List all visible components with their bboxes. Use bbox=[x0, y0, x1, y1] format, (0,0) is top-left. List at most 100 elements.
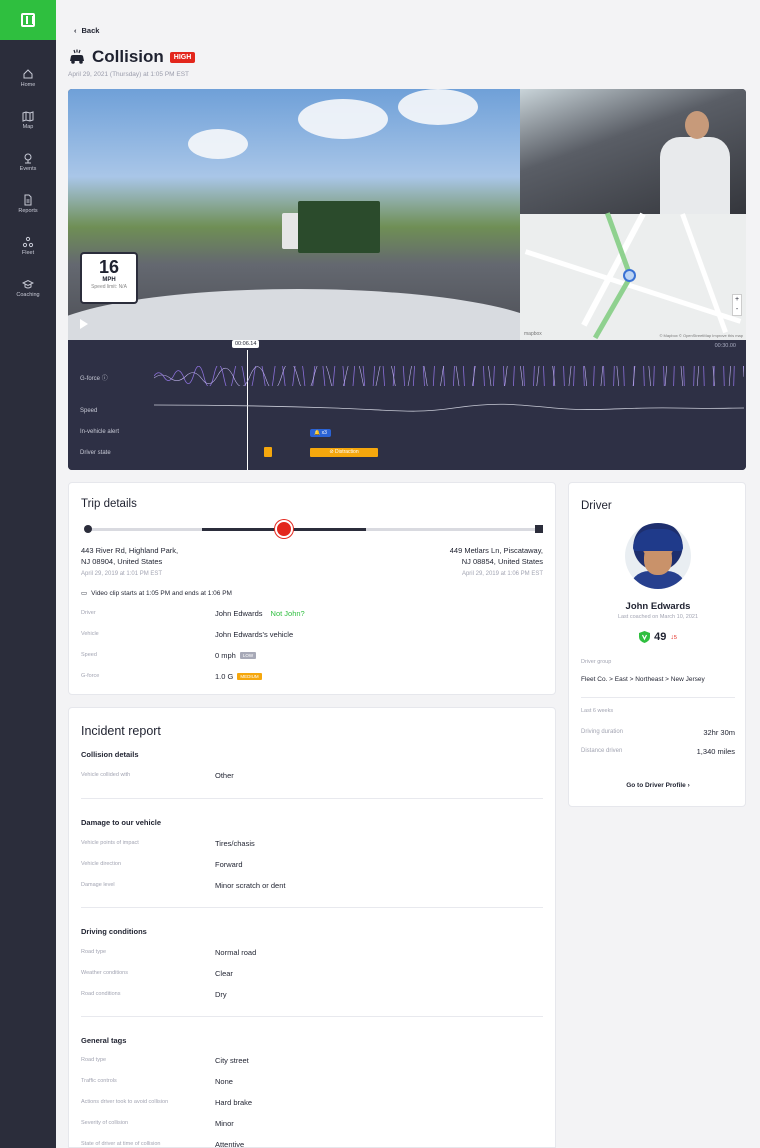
shield-icon bbox=[639, 631, 651, 643]
cloud-shape bbox=[398, 89, 478, 125]
back-link[interactable]: ‹ Back bbox=[74, 26, 99, 35]
map-zoom-controls[interactable]: + - bbox=[732, 294, 742, 316]
end-time: April 29, 2019 at 1:06 PM EST bbox=[461, 571, 543, 577]
info-icon[interactable]: ⓘ bbox=[102, 376, 108, 382]
speed-value: 16 bbox=[98, 257, 120, 277]
road-facing-video[interactable]: 16 MPH Speed limit: N/A bbox=[68, 89, 558, 389]
event-timestamp: April 29, 2021 (Thursday) at 1:05 PM EST bbox=[68, 71, 190, 78]
nav-map[interactable]: Map bbox=[0, 100, 56, 140]
incident-report-title: Incident report bbox=[81, 724, 161, 738]
speed-value-text: 0 mph bbox=[215, 650, 236, 660]
report-row-value: Dry bbox=[215, 989, 227, 999]
severity-badge: HIGH bbox=[169, 51, 196, 63]
trip-details-card: Trip details 443 River Rd, Highland Park… bbox=[68, 482, 556, 695]
event-media: 16 MPH Speed limit: N/A + - mapbox © Map… bbox=[68, 89, 746, 470]
report-row: Road type Normal road bbox=[81, 946, 531, 958]
report-row: Vehicle direction Forward bbox=[81, 858, 531, 870]
graduation-cap-icon bbox=[22, 279, 34, 289]
report-row-value: Minor scratch or dent bbox=[215, 880, 286, 890]
sidebar: Home Map Events Reports Fleet Coaching bbox=[0, 0, 56, 1148]
in-vehicle-alert-chip[interactable]: 🔔 x3 bbox=[310, 429, 331, 437]
page-header: Collision HIGH bbox=[68, 47, 196, 67]
speed-unit: MPH bbox=[102, 277, 116, 283]
play-icon[interactable] bbox=[80, 319, 88, 329]
trip-row-vehicle: Vehicle John Edwards's vehicle bbox=[81, 628, 531, 640]
end-address-line2: NJ 08854, United States bbox=[461, 557, 543, 566]
report-row-key: State of driver at time of collision bbox=[81, 1141, 161, 1147]
report-row-value: Other bbox=[215, 770, 234, 780]
start-address: 443 River Rd, Highland Park, NJ 08904, U… bbox=[81, 545, 178, 567]
event-timeline[interactable]: 00:06.14 00:30.00 G-force ⓘ Speed In-veh… bbox=[68, 340, 746, 470]
driver-profile-link[interactable]: Go to Driver Profile › bbox=[569, 782, 747, 789]
map-brand: mapbox bbox=[524, 331, 542, 337]
start-time: April 29, 2019 at 1:01 PM EST bbox=[81, 571, 163, 577]
not-driver-link[interactable]: Not John? bbox=[271, 609, 305, 618]
avatar-cap-shape bbox=[633, 529, 683, 551]
driver-state-marker[interactable] bbox=[264, 447, 272, 457]
trip-row-key: G-force bbox=[81, 673, 100, 679]
pin-icon bbox=[24, 153, 32, 164]
report-row: Road type City street bbox=[81, 1054, 531, 1066]
gforce-label: G-force bbox=[80, 376, 101, 382]
report-row-key: Road conditions bbox=[81, 991, 121, 997]
collision-event-marker[interactable] bbox=[275, 520, 293, 538]
trip-row-speed: Speed 0 mph LOW bbox=[81, 649, 531, 661]
trip-row-value: 0 mph LOW bbox=[215, 650, 257, 660]
report-row: Severity of collision Minor bbox=[81, 1117, 531, 1129]
report-row: Road conditions Dry bbox=[81, 988, 531, 1000]
nav-home-label: Home bbox=[20, 82, 36, 88]
map-credit[interactable]: © Mapbox © OpenStreetMap Improve this ma… bbox=[660, 333, 744, 338]
cloud-shape bbox=[298, 99, 388, 139]
trip-row-key: Vehicle bbox=[81, 631, 99, 637]
trip-details-title: Trip details bbox=[81, 498, 137, 510]
stat-key: Driving duration bbox=[581, 729, 624, 735]
report-row-key: Road type bbox=[81, 1057, 107, 1063]
trip-row-gforce: G-force 1.0 G MEDIUM bbox=[81, 670, 531, 682]
report-row: Vehicle collided with Other bbox=[81, 769, 531, 781]
zoom-out-button[interactable]: - bbox=[733, 305, 741, 315]
nav-fleet[interactable]: Fleet bbox=[0, 226, 56, 266]
trip-row-driver: Driver John Edwards Not John? bbox=[81, 607, 531, 619]
section-heading: General tags bbox=[81, 1036, 127, 1045]
nav-events[interactable]: Events bbox=[0, 142, 56, 182]
nav-home[interactable]: Home bbox=[0, 58, 56, 98]
bell-icon: 🔔 bbox=[314, 430, 321, 436]
report-row-value: Minor bbox=[215, 1118, 234, 1128]
trip-start-marker bbox=[84, 525, 92, 533]
last-coached: Last coached on March 10, 2021 bbox=[617, 614, 699, 620]
avatar bbox=[625, 523, 691, 589]
report-row-value: Normal road bbox=[215, 947, 257, 957]
alert-count: x3 bbox=[321, 430, 327, 436]
driver-head-shape bbox=[685, 111, 709, 139]
nav-coaching[interactable]: Coaching bbox=[0, 268, 56, 308]
driver-state-row-label: Driver state bbox=[80, 450, 111, 456]
map-icon bbox=[22, 111, 34, 122]
report-row: Vehicle points of impact Tires/chasis bbox=[81, 837, 531, 849]
clip-note-text: Video clip starts at 1:05 PM and ends at… bbox=[91, 589, 232, 597]
eye-off-icon: ⊘ bbox=[329, 449, 334, 455]
gforce-row-label: G-force ⓘ bbox=[80, 373, 108, 382]
timeline-end-time: 00:30.00 bbox=[714, 343, 736, 349]
report-row-key: Road type bbox=[81, 949, 107, 955]
fleet-icon bbox=[22, 236, 34, 248]
trip-row-key: Speed bbox=[81, 652, 97, 658]
report-row-key: Actions driver took to avoid collision bbox=[81, 1099, 169, 1105]
driver-group-label: Driver group bbox=[581, 659, 612, 665]
report-row: Weather conditions Clear bbox=[81, 967, 531, 979]
nav-reports[interactable]: Reports bbox=[0, 184, 56, 224]
cabin-facing-video[interactable] bbox=[520, 89, 746, 214]
video-icon: ▭ bbox=[81, 590, 88, 597]
distraction-chip[interactable]: ⊘ Distraction bbox=[310, 448, 378, 457]
trip-end-marker bbox=[535, 525, 543, 533]
chevron-right-icon: › bbox=[687, 782, 690, 789]
report-row-key: Weather conditions bbox=[81, 970, 128, 976]
driver-group-value[interactable]: Fleet Co. > East > Northeast > New Jerse… bbox=[581, 676, 705, 683]
speed-limit: Speed limit: N/A bbox=[91, 284, 127, 290]
event-map[interactable]: + - mapbox © Mapbox © OpenStreetMap Impr… bbox=[520, 212, 746, 340]
app-logo[interactable] bbox=[0, 0, 56, 40]
incident-report-card: Incident report Collision details Vehicl… bbox=[68, 707, 556, 1148]
logo-mark-icon bbox=[21, 13, 35, 27]
gforce-level-chip: MEDIUM bbox=[237, 672, 262, 680]
vehicle-name: John Edwards's vehicle bbox=[215, 629, 294, 639]
zoom-in-button[interactable]: + bbox=[733, 295, 741, 305]
